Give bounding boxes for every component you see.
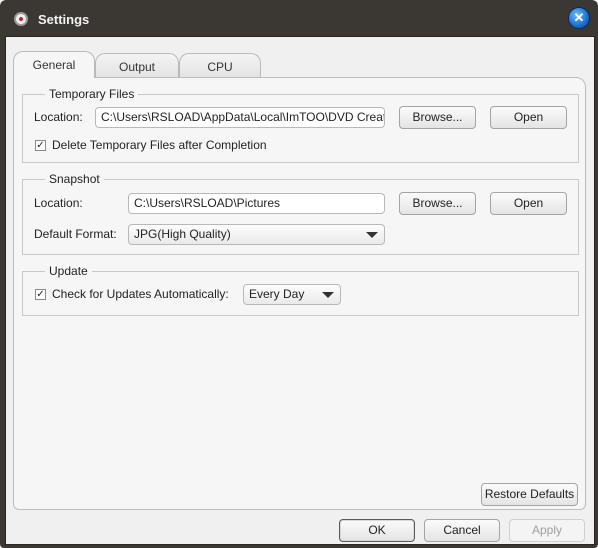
temporary-files-title: Temporary Files — [45, 87, 139, 101]
ok-button[interactable]: OK — [339, 519, 415, 542]
temp-location-label: Location: — [34, 110, 83, 124]
cancel-button[interactable]: Cancel — [424, 519, 500, 542]
tab-cpu[interactable]: CPU — [179, 53, 261, 79]
temp-browse-button[interactable]: Browse... — [399, 106, 476, 129]
general-tab-panel: Temporary Files Location: C:\Users\RSLOA… — [13, 77, 586, 510]
snapshot-open-button[interactable]: Open — [490, 192, 567, 215]
tab-general[interactable]: General — [13, 51, 95, 78]
update-group: Update ✓ Check for Updates Automatically… — [22, 264, 579, 316]
window-title: Settings — [38, 12, 90, 27]
default-format-value: JPG(High Quality) — [134, 227, 231, 241]
restore-defaults-button[interactable]: Restore Defaults — [481, 483, 578, 506]
update-frequency-dropdown[interactable]: Every Day — [243, 284, 341, 305]
snapshot-browse-button[interactable]: Browse... — [399, 192, 476, 215]
temporary-files-group: Temporary Files Location: C:\Users\RSLOA… — [22, 87, 579, 163]
snapshot-location-field[interactable]: C:\Users\RSLOAD\Pictures — [128, 193, 385, 214]
update-title: Update — [45, 264, 92, 278]
snapshot-title: Snapshot — [45, 172, 104, 186]
auto-update-checkbox[interactable]: ✓ — [35, 289, 46, 300]
temp-open-button[interactable]: Open — [490, 106, 567, 129]
tab-output[interactable]: Output — [95, 53, 179, 79]
apply-button[interactable]: Apply — [509, 519, 585, 542]
delete-temp-checkbox[interactable]: ✓ — [35, 140, 46, 151]
snapshot-location-label: Location: — [34, 196, 83, 210]
delete-temp-label[interactable]: Delete Temporary Files after Completion — [52, 138, 267, 152]
app-disc-icon — [14, 12, 28, 26]
check-mark-icon: ✓ — [36, 289, 45, 300]
dialog-client-area: General Output CPU Temporary Files Locat… — [5, 36, 595, 545]
title-bar[interactable]: Settings ✕ — [0, 0, 598, 36]
default-format-label: Default Format: — [34, 227, 117, 241]
close-button[interactable]: ✕ — [568, 7, 590, 29]
default-format-dropdown[interactable]: JPG(High Quality) — [128, 224, 385, 245]
chevron-down-icon — [322, 292, 334, 298]
settings-window: Settings ✕ General Output CPU Temporary … — [0, 0, 598, 548]
close-icon: ✕ — [573, 10, 585, 25]
auto-update-label[interactable]: Check for Updates Automatically: — [52, 287, 229, 301]
chevron-down-icon — [366, 232, 378, 238]
update-frequency-value: Every Day — [249, 287, 305, 301]
snapshot-group: Snapshot Location: C:\Users\RSLOAD\Pictu… — [22, 172, 579, 255]
temp-location-field[interactable]: C:\Users\RSLOAD\AppData\Local\ImTOO\DVD … — [95, 107, 385, 128]
check-mark-icon: ✓ — [36, 140, 45, 151]
